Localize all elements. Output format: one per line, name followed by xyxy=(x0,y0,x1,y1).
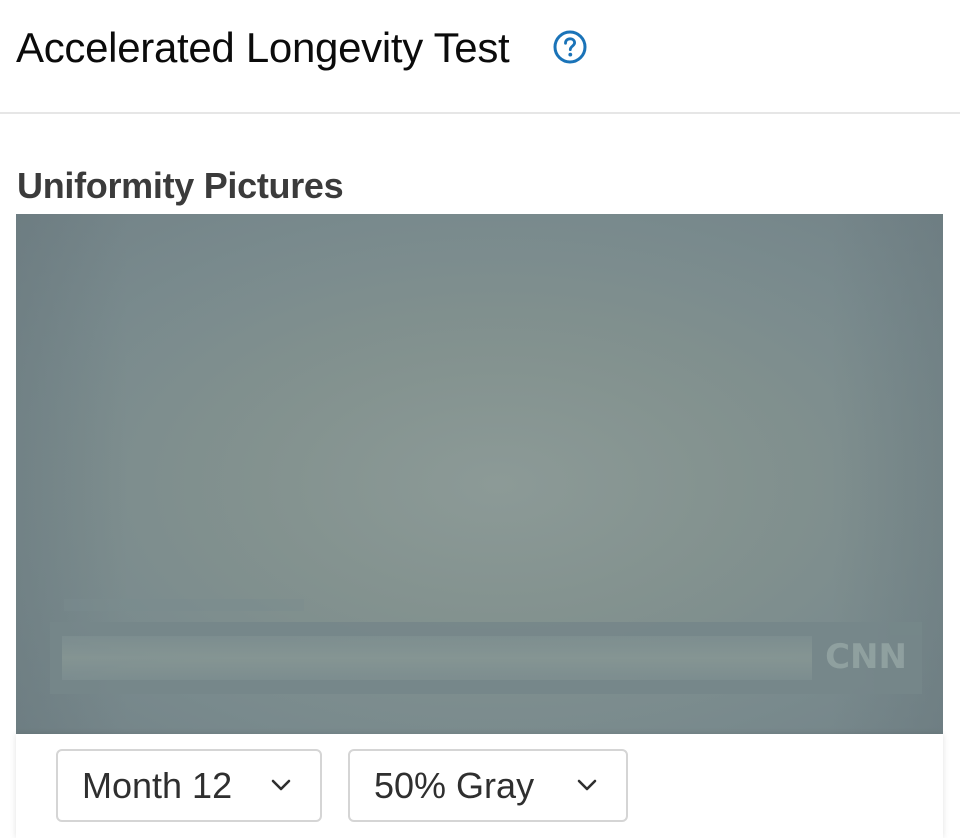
month-select[interactable]: Month 12 xyxy=(56,749,322,822)
uniformity-picture: CNN xyxy=(16,214,943,734)
month-select-value: Month 12 xyxy=(82,765,233,806)
ticker-faint-text xyxy=(64,599,304,611)
ticker-bar: CNN xyxy=(50,622,922,694)
page-header: Accelerated Longevity Test xyxy=(0,0,960,114)
section-title: Uniformity Pictures xyxy=(17,165,344,206)
pattern-select-value: 50% Gray xyxy=(374,765,535,806)
channel-logo: CNN xyxy=(825,637,907,677)
question-circle-icon[interactable] xyxy=(553,30,587,64)
chevron-down-icon xyxy=(271,779,291,791)
pattern-select[interactable]: 50% Gray xyxy=(348,749,628,822)
ticker-inner xyxy=(62,636,812,680)
page-title: Accelerated Longevity Test xyxy=(16,24,510,71)
picture-controls: Month 12 50% Gray xyxy=(16,734,943,838)
chevron-down-icon xyxy=(577,779,597,791)
